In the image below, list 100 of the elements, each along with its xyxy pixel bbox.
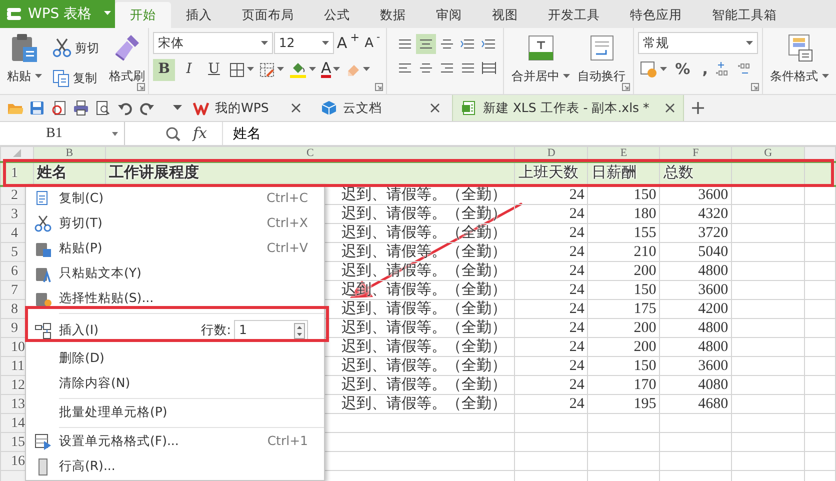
ribbon-tab[interactable]: 数据 xyxy=(365,2,421,28)
caret-icon[interactable] xyxy=(112,132,118,136)
paste-button[interactable]: 粘贴 xyxy=(4,32,45,94)
insert-icon xyxy=(34,322,52,340)
table-cell: 4680 xyxy=(660,394,732,414)
name-box[interactable]: B1 xyxy=(0,122,125,145)
launcher-icon[interactable] xyxy=(375,83,383,91)
table-cell: 24 xyxy=(514,224,588,242)
increase-decimal-icon[interactable] xyxy=(714,61,730,78)
fill-color-button[interactable] xyxy=(288,60,317,78)
table-cell: 24 xyxy=(514,262,588,280)
currency-icon xyxy=(640,60,658,78)
caret-icon[interactable] xyxy=(309,67,316,72)
caret-icon[interactable] xyxy=(34,74,42,80)
format-cells-icon xyxy=(34,432,52,450)
number-format-dropdown[interactable]: 常规 xyxy=(638,32,758,54)
table-cell: 4320 xyxy=(660,204,732,224)
ribbon-tab[interactable]: 视图 xyxy=(477,2,533,28)
table-cell: 4200 xyxy=(660,300,732,318)
caret-icon[interactable] xyxy=(260,40,268,46)
caret-icon[interactable] xyxy=(322,40,329,46)
wps-logo-icon xyxy=(193,100,209,116)
shortcut-label: Ctrl+1 xyxy=(267,432,308,450)
table-cell: 175 xyxy=(588,300,660,318)
document-tab[interactable]: 新建 XLS 工作表 - 副本.xls * xyxy=(452,95,684,121)
font-style-toggle[interactable]: U xyxy=(203,58,225,80)
table-cell: 24 xyxy=(514,318,588,338)
spreadsheet-file-icon xyxy=(460,100,477,116)
ribbon-tab[interactable]: 特色应用 xyxy=(615,2,697,28)
number-format-button[interactable]: , xyxy=(696,58,714,80)
conditional-format-button[interactable]: 条件格式 xyxy=(767,32,832,85)
table-cell: 3720 xyxy=(660,224,732,242)
document-tab[interactable]: 云文档 xyxy=(312,95,448,121)
currency-button[interactable] xyxy=(638,60,670,78)
document-tab[interactable]: 我的WPS xyxy=(185,95,309,121)
caret-icon[interactable] xyxy=(104,11,111,16)
caret-icon[interactable] xyxy=(746,40,754,46)
table-cell: 24 xyxy=(514,204,588,224)
save-icon xyxy=(29,100,45,116)
table-cell: 5040 xyxy=(660,242,732,262)
table-cell: 155 xyxy=(588,224,660,242)
caret-icon[interactable] xyxy=(333,67,340,72)
ribbon-tab[interactable]: 开发工具 xyxy=(533,2,615,28)
ribbon-tab[interactable]: 智能工具箱 xyxy=(697,2,792,28)
caret-icon[interactable] xyxy=(363,67,370,72)
table-cell: 24 xyxy=(514,338,588,356)
font-style-toggle[interactable]: I xyxy=(178,58,200,80)
table-cell: 3600 xyxy=(660,186,732,204)
table-cell: 24 xyxy=(514,356,588,376)
table-cell: 200 xyxy=(588,262,660,280)
launcher-icon[interactable] xyxy=(137,83,145,91)
align-lines-icon xyxy=(481,59,497,77)
close-icon[interactable] xyxy=(665,103,676,113)
table-cell: 4800 xyxy=(660,338,732,356)
clipboard-icon xyxy=(9,32,40,64)
close-icon[interactable] xyxy=(430,103,440,113)
ribbon-tab[interactable]: 开始 xyxy=(115,2,171,28)
cut-button[interactable]: 剪切 xyxy=(48,36,102,58)
caret-icon[interactable] xyxy=(822,74,829,80)
font-style-toggle[interactable]: B xyxy=(153,58,175,80)
copy-button[interactable]: 复制 xyxy=(48,68,102,88)
caret-icon[interactable] xyxy=(660,66,668,72)
wrap-text-button[interactable]: 自动换行 xyxy=(574,32,629,94)
table-cell: 150 xyxy=(588,186,660,204)
caret-icon[interactable] xyxy=(563,74,570,80)
table-cell: 24 xyxy=(514,394,588,414)
grow-font-button[interactable]: A$^{+}$ xyxy=(334,32,362,54)
table-cell: 3600 xyxy=(660,356,732,376)
align-button[interactable] xyxy=(416,34,436,54)
copy-icon xyxy=(52,68,70,86)
ribbon-tab[interactable]: 插入 xyxy=(171,2,227,28)
font-size-dropdown[interactable]: 12 xyxy=(274,32,334,54)
grid-pencil-icon xyxy=(259,62,275,78)
printer-icon xyxy=(73,100,89,116)
row-count-field[interactable]: 1 xyxy=(234,320,308,342)
search-icon[interactable] xyxy=(165,126,181,142)
number-format-button[interactable]: % xyxy=(669,58,696,80)
merge-center-button[interactable]: 合并居中 xyxy=(508,32,574,94)
caret-icon[interactable] xyxy=(247,67,254,72)
ribbon-tab[interactable]: 页面布局 xyxy=(227,2,309,28)
ribbon-tab[interactable]: 审阅 xyxy=(421,2,477,28)
format-painter-button[interactable]: 格式刷 xyxy=(106,32,148,94)
spin-arrows-icon[interactable] xyxy=(294,322,305,338)
table-cell: 200 xyxy=(588,338,660,356)
shrink-font-button[interactable]: A$^{-}$ xyxy=(362,34,382,53)
ribbon-tab[interactable]: 公式 xyxy=(309,2,365,28)
caret-icon[interactable] xyxy=(277,67,284,72)
font-color-button[interactable]: A xyxy=(320,61,342,78)
launcher-icon[interactable] xyxy=(751,83,760,91)
close-icon[interactable] xyxy=(290,103,301,113)
table-cell: 3600 xyxy=(660,280,732,300)
borders-button[interactable] xyxy=(228,62,255,78)
insert-function-button[interactable]: fx xyxy=(193,122,208,145)
launcher-icon[interactable] xyxy=(622,83,630,91)
font-name-dropdown[interactable]: 宋体 xyxy=(153,32,273,54)
cell-border-button[interactable] xyxy=(258,62,285,78)
table-cell: 24 xyxy=(514,186,588,204)
table-cell: 150 xyxy=(588,280,660,300)
table-cell: 180 xyxy=(588,204,660,224)
table-cell: 4800 xyxy=(660,262,732,280)
